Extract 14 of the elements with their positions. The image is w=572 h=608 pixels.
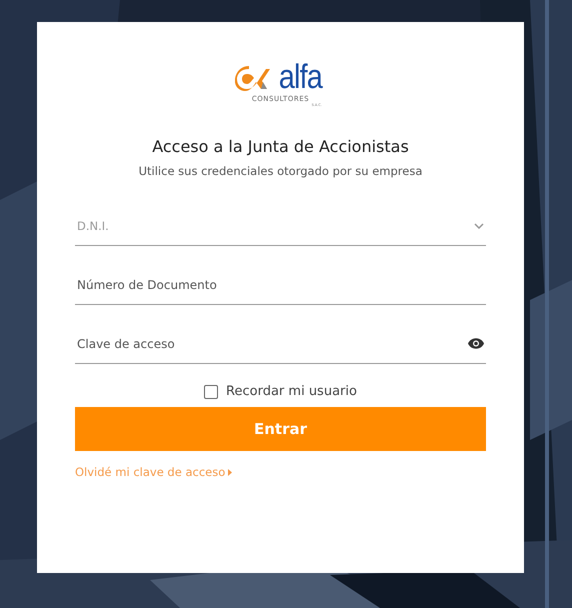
- eye-icon[interactable]: [468, 338, 484, 349]
- login-subtitle: Utilice sus credenciales otorgado por su empresa: [138, 164, 422, 178]
- remember-label: Recordar mi usuario: [226, 384, 357, 399]
- forgot-password-link[interactable]: Olvidé mi clave de acceso: [75, 465, 232, 479]
- caret-icon: [228, 468, 232, 476]
- submit-button[interactable]: Entrar: [75, 407, 486, 451]
- document-type-select[interactable]: D.N.I.: [75, 206, 486, 246]
- logo-wordmark: alfa: [278, 62, 322, 92]
- password-field[interactable]: Clave de acceso: [77, 336, 468, 350]
- input-field[interactable]: Número de Documento: [77, 278, 484, 292]
- logo-icon: [235, 66, 272, 92]
- chevron-down-icon: [474, 222, 484, 228]
- remember-checkbox[interactable]: [204, 384, 218, 398]
- login-title: Acceso a la Junta de Accionistas: [152, 137, 409, 156]
